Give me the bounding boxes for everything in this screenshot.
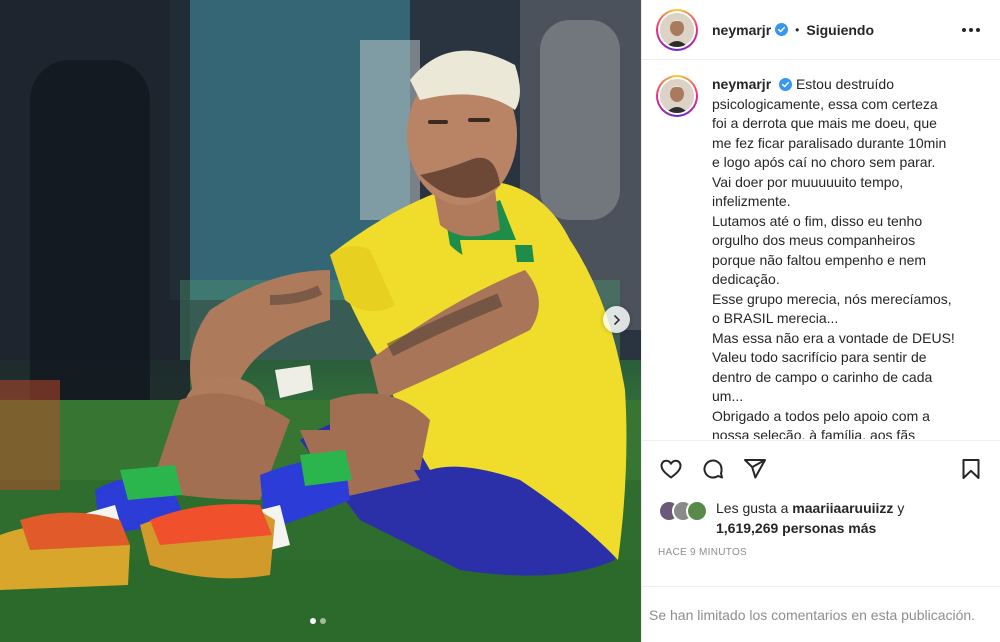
post-side-panel: neymarjr • Siguiendo neymarjr Estou dest… <box>641 0 1000 642</box>
heart-icon <box>660 459 682 478</box>
caption-username[interactable]: neymarjr <box>712 76 771 92</box>
post-photo-illustration <box>0 0 641 642</box>
carousel-dot-active <box>310 618 316 624</box>
post-header: neymarjr • Siguiendo <box>642 0 1000 60</box>
caption-line: Estou destruído <box>795 76 894 92</box>
caption-line: o BRASIL merecia... <box>712 310 839 326</box>
likes-first-user[interactable]: maariiaaruuiizz <box>792 500 893 516</box>
post-photo[interactable] <box>0 0 641 642</box>
carousel-dot <box>320 618 326 624</box>
verified-badge-icon <box>775 23 789 36</box>
caption-line: psicologicamente, essa com certeza <box>712 95 938 112</box>
avatar <box>660 12 694 47</box>
following-button[interactable]: Siguiendo <box>806 22 874 38</box>
comment-button[interactable] <box>696 452 730 486</box>
profile-avatar-ring[interactable] <box>656 8 698 51</box>
caption-line: dedicação. <box>712 271 780 287</box>
caption-line: nossa seleção, à família, aos fãs <box>712 427 916 439</box>
caption-line: Esse grupo merecia, nós merecíamos, <box>712 290 952 307</box>
caption-line: Vai doer por muuuuuito tempo, <box>712 173 904 190</box>
like-button[interactable] <box>654 452 688 486</box>
comments-limited-notice: Se han limitado los comentarios en esta … <box>642 586 1000 642</box>
caption-line: dentro de campo o carinho de cada <box>712 368 933 385</box>
caption-line: Valeu todo sacrifício para sentir de <box>712 349 927 365</box>
caption-line: orgulho dos meus companheiros <box>712 232 916 248</box>
caption-line: um... <box>712 388 744 404</box>
caption-text: neymarjr Estou destruído psicologicament… <box>712 75 974 439</box>
comment-icon <box>703 459 723 479</box>
liker-avatars[interactable] <box>658 500 710 522</box>
chevron-right-icon <box>613 314 620 325</box>
share-button[interactable] <box>738 452 772 486</box>
caption-line: foi a derrota que mais me doeu, que <box>712 115 937 131</box>
caption-line: Obrigado a todos pelo apoio com a <box>712 407 930 424</box>
caption-avatar-ring[interactable] <box>656 75 698 117</box>
likes-count[interactable]: 1,619,269 personas más <box>716 520 876 536</box>
caption-line: porque não faltou empenho e nem <box>712 251 927 268</box>
caption-line: infelizmente. <box>712 193 791 209</box>
likes-connector: y <box>897 500 905 516</box>
paper-plane-icon <box>744 458 766 478</box>
caption-line: e logo após caí no choro sem parar. <box>712 154 936 170</box>
caption-area[interactable]: neymarjr Estou destruído psicologicament… <box>642 61 1000 439</box>
action-bar <box>642 440 1000 496</box>
next-photo-button[interactable] <box>603 306 630 333</box>
caption-line: me fez ficar paralisado durante 10min <box>712 134 947 151</box>
header-separator: • <box>795 22 800 37</box>
bookmark-icon <box>962 458 980 479</box>
more-options-button[interactable] <box>956 22 986 38</box>
avatar <box>660 79 694 113</box>
avatar <box>686 500 708 522</box>
save-button[interactable] <box>954 452 988 486</box>
likes-summary: Les gusta a maariiaaruuiizz y 1,619,269 … <box>658 498 986 538</box>
caption-line: Lutamos até o fim, disso eu tenho <box>712 212 923 229</box>
more-horizontal-icon <box>962 27 966 32</box>
post-timestamp[interactable]: HACE 9 MINUTOS <box>658 547 747 558</box>
likes-prefix: Les gusta a <box>716 500 789 516</box>
caption-line: Mas essa não era a vontade de DEUS! <box>712 329 955 346</box>
carousel-indicators <box>310 618 326 624</box>
post-username[interactable]: neymarjr <box>712 22 771 38</box>
verified-badge-icon <box>779 78 793 91</box>
likes-text: Les gusta a maariiaaruuiizz y 1,619,269 … <box>716 498 904 538</box>
